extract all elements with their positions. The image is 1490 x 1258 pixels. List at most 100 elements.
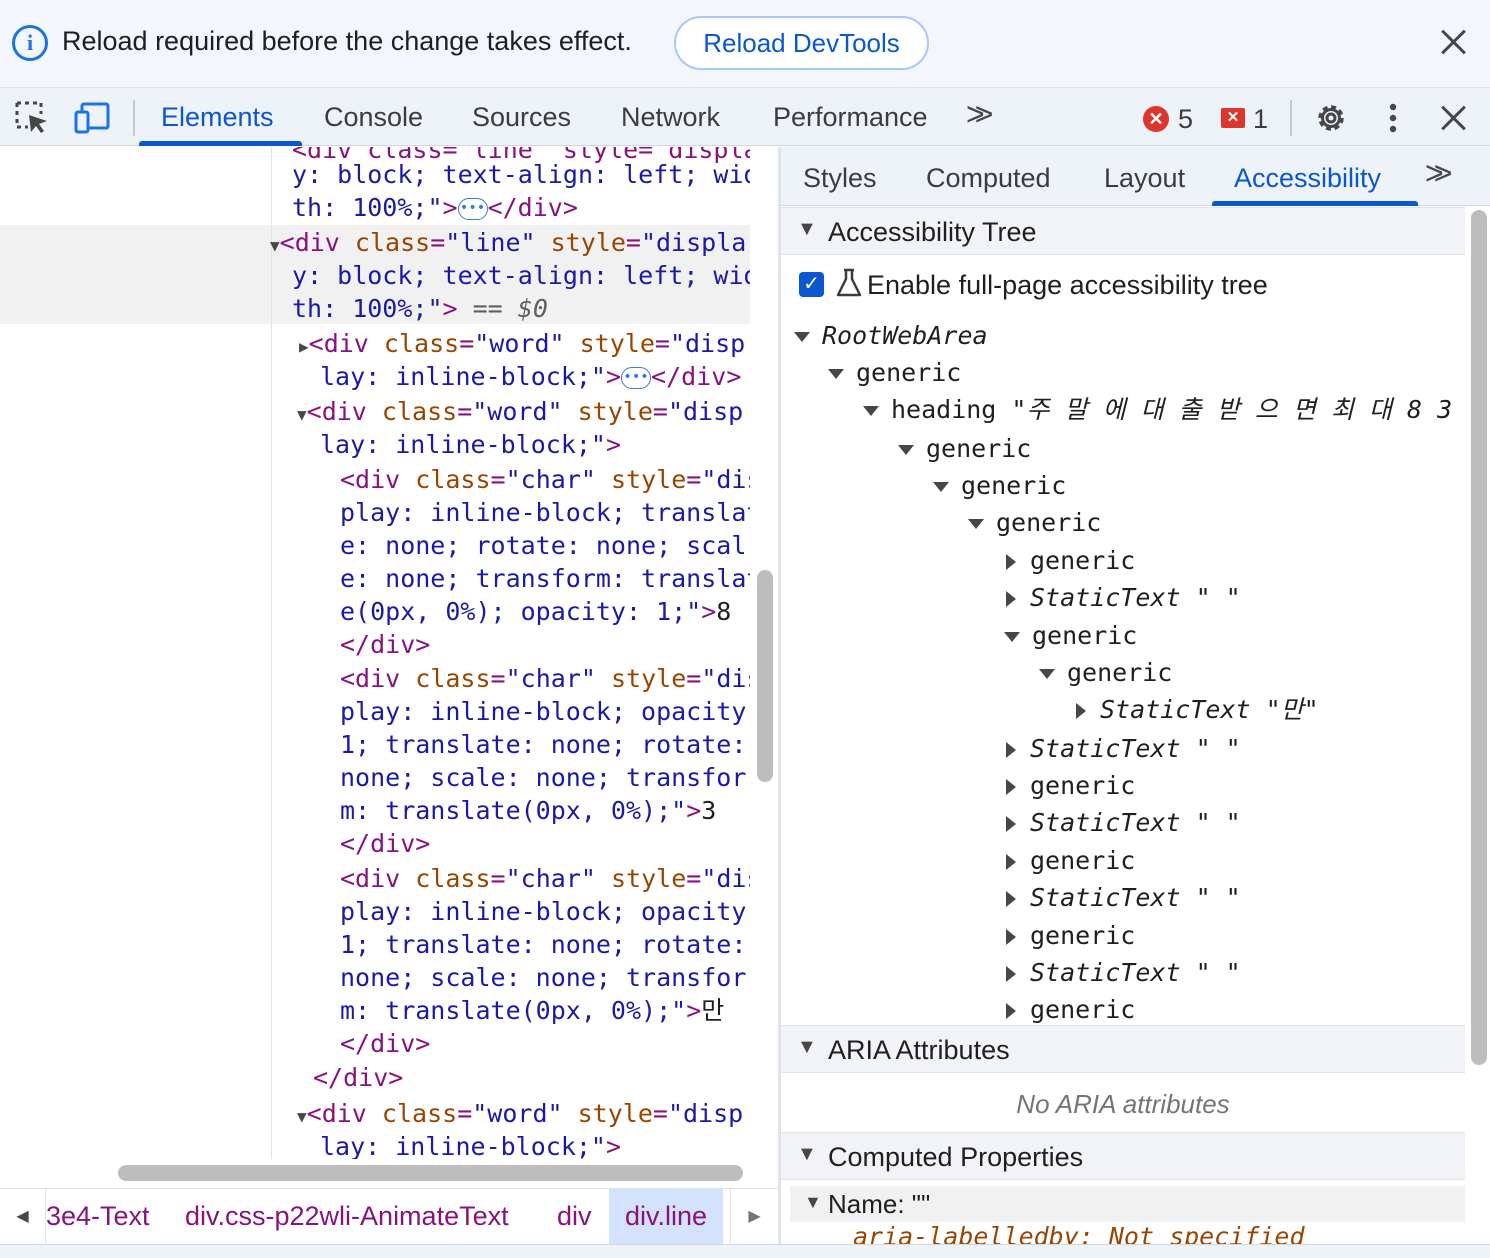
accessibility-tree-header[interactable]: ▼ Accessibility Tree xyxy=(781,207,1465,255)
ax-node-statictext[interactable]: StaticText " " xyxy=(1004,883,1241,913)
reload-infobar: i Reload required before the change take… xyxy=(0,0,1490,88)
ax-node[interactable]: generic xyxy=(1004,921,1135,951)
dom-line[interactable]: lay: inline-block;"> xyxy=(320,428,621,461)
ax-node-heading[interactable]: heading "주 말 에 대 출 받 으 면 최 대 8 3 만 원 이 , xyxy=(863,395,1453,425)
more-tabs-icon[interactable]: >> xyxy=(1425,155,1453,192)
settings-gear-icon[interactable] xyxy=(1313,100,1349,136)
dom-line[interactable]: <div class="char" style="dis xyxy=(340,662,750,695)
ax-node[interactable]: generic xyxy=(1004,771,1135,801)
ax-node-statictext[interactable]: StaticText "만" xyxy=(1074,695,1319,725)
active-tab-indicator xyxy=(139,141,302,146)
tab-console[interactable]: Console xyxy=(324,102,423,133)
computed-name-row[interactable]: ▼ Name: "" xyxy=(790,1186,1465,1222)
dom-line[interactable]: none; scale: none; transfor xyxy=(340,961,746,994)
inspect-element-icon[interactable] xyxy=(14,100,50,136)
breadcrumb-item[interactable]: div xyxy=(557,1201,592,1232)
dom-line[interactable]: th: 100%;"> •••</div> xyxy=(292,191,578,224)
info-icon: i xyxy=(12,25,48,61)
enable-full-page-label[interactable]: Enable full-page accessibility tree xyxy=(867,270,1268,301)
tab-computed[interactable]: Computed xyxy=(926,163,1051,194)
aria-attributes-header[interactable]: ▼ ARIA Attributes xyxy=(781,1025,1465,1073)
ax-node[interactable]: generic xyxy=(968,508,1101,538)
close-devtools-icon[interactable] xyxy=(1433,98,1473,138)
breadcrumb-item[interactable]: div.css-p22wli-AnimateText xyxy=(185,1201,509,1232)
ax-node-statictext[interactable]: StaticText " " xyxy=(1004,583,1241,613)
toolbar-divider xyxy=(133,100,135,136)
tab-layout[interactable]: Layout xyxy=(1104,163,1185,194)
tab-sources[interactable]: Sources xyxy=(472,102,571,133)
dom-line[interactable]: ▼<div class="word" style="disp xyxy=(297,1097,743,1133)
tab-network[interactable]: Network xyxy=(621,102,720,133)
ax-node[interactable]: generic xyxy=(1004,846,1135,876)
error-icon[interactable]: ✕ xyxy=(1143,106,1169,132)
tab-accessibility[interactable]: Accessibility xyxy=(1234,163,1381,194)
collapse-icon: ▼ xyxy=(797,1143,817,1165)
dom-line-selected[interactable]: ▼<div class="line" style="displa xyxy=(270,226,746,262)
issue-count[interactable]: 1 xyxy=(1253,104,1268,135)
dom-line[interactable]: y: block; text-align: left; wid xyxy=(292,259,750,292)
scroll-left-icon[interactable]: ◀ xyxy=(0,1189,46,1245)
dom-line[interactable]: ▶<div class="word" style="disp xyxy=(299,327,745,363)
dom-line[interactable]: 1; translate: none; rotate: xyxy=(340,928,746,961)
reload-devtools-button[interactable]: Reload DevTools xyxy=(674,16,929,70)
dom-line[interactable]: </div> xyxy=(340,1027,430,1060)
dom-line[interactable]: th: 100%;"> == $0 xyxy=(292,292,548,325)
error-count[interactable]: 5 xyxy=(1178,104,1193,135)
devtools-main-toolbar: Elements Console Sources Network Perform… xyxy=(0,88,1490,146)
ax-node-statictext[interactable]: StaticText " " xyxy=(1004,958,1241,988)
close-icon[interactable] xyxy=(1433,22,1473,62)
enable-full-page-checkbox[interactable]: ✓ xyxy=(799,272,824,297)
kebab-menu-icon[interactable] xyxy=(1375,100,1411,136)
dom-line[interactable]: play: inline-block; opacity: xyxy=(340,695,750,728)
aria-labelledby-row: aria-labelledby: Not specified xyxy=(853,1222,1305,1244)
ax-node[interactable]: generic xyxy=(898,434,1031,464)
computed-properties-header[interactable]: ▼ Computed Properties xyxy=(781,1132,1465,1180)
dom-line[interactable]: play: inline-block; translat xyxy=(340,496,750,529)
breadcrumb-item[interactable]: 3e4-Text xyxy=(46,1201,150,1232)
ax-node[interactable]: generic xyxy=(1039,658,1172,688)
dom-line[interactable]: y: block; text-align: left; wid xyxy=(292,158,750,191)
infobar-message: Reload required before the change takes … xyxy=(62,26,632,56)
dom-line[interactable]: lay: inline-block;"> xyxy=(320,1130,621,1159)
dom-line[interactable]: ▼<div class="word" style="disp xyxy=(297,395,743,431)
collapse-icon: ▼ xyxy=(797,218,817,240)
ax-node[interactable]: generic xyxy=(1004,621,1137,651)
ax-node-statictext[interactable]: StaticText " " xyxy=(1004,734,1241,764)
ax-node[interactable]: generic xyxy=(1004,995,1135,1025)
ax-node-statictext[interactable]: StaticText " " xyxy=(1004,808,1241,838)
ellipsis-icon[interactable]: ••• xyxy=(621,367,652,389)
more-tabs-icon[interactable]: >> xyxy=(966,96,994,133)
dom-line[interactable]: </div> xyxy=(340,628,430,661)
elements-vertical-scrollbar[interactable] xyxy=(757,570,773,782)
elements-dom-tree[interactable]: <div class="line" style="displa y: block… xyxy=(0,147,750,1159)
dom-line[interactable]: <div class="char" style="dis xyxy=(340,463,750,496)
breadcrumb-item-selected[interactable]: div.line xyxy=(609,1189,724,1245)
dom-line[interactable]: <div class="char" style="dis xyxy=(340,862,750,895)
dom-line[interactable]: lay: inline-block;"> •••</div> xyxy=(320,360,741,393)
tab-styles[interactable]: Styles xyxy=(803,163,877,194)
breadcrumb: 3e4-Text div.css-p22wli-AnimateText div … xyxy=(0,1188,778,1245)
dom-line[interactable]: e: none; rotate: none; scal xyxy=(340,529,746,562)
dom-line[interactable]: </div> xyxy=(340,827,430,860)
device-toolbar-icon[interactable] xyxy=(74,100,110,136)
ax-node-rootwebarea[interactable]: RootWebArea xyxy=(794,321,988,351)
tab-elements[interactable]: Elements xyxy=(161,102,274,133)
dom-line[interactable]: 1; translate: none; rotate: xyxy=(340,728,746,761)
collapse-icon: ▼ xyxy=(804,1192,822,1212)
dom-line[interactable]: </div> xyxy=(313,1061,403,1094)
dom-line[interactable]: e: none; transform: translat xyxy=(340,562,750,595)
elements-horizontal-scrollbar[interactable] xyxy=(118,1165,743,1181)
dom-line[interactable]: m: translate(0px, 0%);">만 xyxy=(340,994,724,1027)
dom-line[interactable]: m: translate(0px, 0%);">3 xyxy=(340,794,716,827)
dom-line[interactable]: play: inline-block; opacity: xyxy=(340,895,750,928)
tab-performance[interactable]: Performance xyxy=(773,102,928,133)
dom-line[interactable]: none; scale: none; transfor xyxy=(340,761,746,794)
sidebar-vertical-scrollbar[interactable] xyxy=(1471,210,1487,1065)
ellipsis-icon[interactable]: ••• xyxy=(457,198,488,220)
issue-icon[interactable]: ✕ xyxy=(1221,108,1245,128)
ax-node[interactable]: generic xyxy=(1004,546,1135,576)
dom-line[interactable]: e(0px, 0%); opacity: 1;">8 xyxy=(340,595,731,628)
ax-node[interactable]: generic xyxy=(933,471,1066,501)
ax-node[interactable]: generic xyxy=(828,358,961,388)
scroll-right-icon[interactable]: ▶ xyxy=(730,1189,778,1245)
